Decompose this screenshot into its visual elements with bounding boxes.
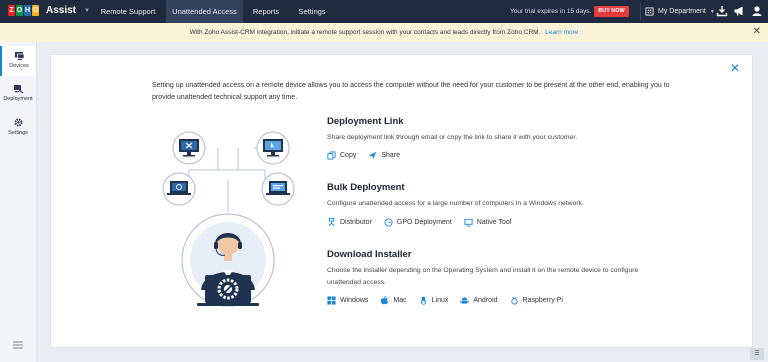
banner-text: With Zoho Assist-CRM integration, initia…: [189, 29, 541, 36]
gpo-icon: [384, 218, 393, 227]
sidebar-item-label: Devices: [9, 63, 29, 69]
logo-letter: Z: [8, 5, 15, 16]
gear-icon: [13, 118, 23, 127]
action-label: GPO Deployment: [396, 219, 452, 226]
action-label: Mac: [393, 297, 407, 304]
sidebar-item-deployment[interactable]: Deployment: [0, 79, 36, 109]
raspberry-pi-button[interactable]: Raspberry Pi: [510, 296, 563, 305]
banner-message: With Zoho Assist-CRM integration, initia…: [0, 23, 768, 42]
download-installer-actions: Windows Mac Linux Android Raspberry Pi: [327, 296, 563, 305]
sidebar-item-devices[interactable]: Devices: [0, 46, 36, 76]
close-icon[interactable]: ✕: [753, 27, 761, 37]
brand[interactable]: Z O H O Assist ▼: [8, 5, 90, 16]
devices-icon: [14, 52, 24, 60]
intro-text: Setting up unattended access on a remote…: [152, 82, 670, 101]
android-button[interactable]: Android: [460, 296, 498, 305]
apple-icon: [381, 296, 389, 305]
learn-more-link[interactable]: Learn more: [545, 29, 578, 36]
logo-letter: O: [32, 5, 39, 16]
top-nav-bar: Z O H O Assist ▼ Remote Support Unattend…: [0, 0, 768, 23]
native-tool-button[interactable]: Native Tool: [464, 218, 512, 227]
department-selector[interactable]: My Department ▼: [645, 0, 715, 23]
windows-icon: [327, 296, 336, 305]
crm-banner: With Zoho Assist-CRM integration, initia…: [0, 23, 768, 42]
action-label: Raspberry Pi: [522, 297, 563, 304]
download-installer-title: Download Installer: [327, 249, 412, 260]
linux-button[interactable]: Linux: [419, 296, 449, 305]
buy-now-button[interactable]: BUY NOW: [594, 6, 629, 17]
menu-icon[interactable]: [13, 341, 23, 349]
deployment-icon: [13, 85, 23, 94]
divider: [640, 3, 641, 20]
distributor-button[interactable]: Distributor: [327, 218, 372, 227]
action-label: Windows: [340, 297, 369, 304]
windows-button[interactable]: Windows: [327, 296, 368, 305]
action-label: Linux: [431, 297, 449, 304]
deployment-link-description: Share deployment link through email or c…: [327, 134, 578, 141]
deployment-link-actions: Copy Share: [327, 151, 400, 160]
tab-reports[interactable]: Reports: [243, 0, 289, 23]
app-name: Assist: [46, 5, 77, 16]
sidebar-item-label: Deployment: [3, 96, 33, 102]
logo-letter: H: [24, 5, 31, 16]
action-label: Android: [473, 297, 498, 304]
bulk-deployment-actions: Distributor GPO Deployment Native Tool: [327, 218, 511, 227]
bulk-deployment-description: Configure unattended access for a large …: [327, 200, 584, 207]
native-tool-icon: [464, 218, 473, 227]
action-label: Share: [381, 152, 401, 159]
gpo-deployment-button[interactable]: GPO Deployment: [384, 218, 452, 227]
distributor-icon: [328, 218, 335, 226]
zoho-logo: Z O H O: [8, 5, 39, 16]
copy-button[interactable]: Copy: [327, 151, 356, 160]
user-icon[interactable]: [751, 5, 763, 17]
deployment-link-title: Deployment Link: [327, 116, 404, 127]
mac-button[interactable]: Mac: [380, 296, 407, 305]
technician-illustration: [162, 131, 295, 307]
send-icon: [369, 151, 377, 160]
download-installer-description: Choose the installer depending on the Op…: [327, 267, 639, 286]
share-button[interactable]: Share: [368, 151, 400, 160]
chevron-down-icon: ▼: [709, 8, 715, 15]
linux-icon: [420, 296, 426, 305]
department-name: My Department: [658, 8, 706, 15]
action-label: Copy: [340, 152, 357, 159]
action-label: Native Tool: [476, 219, 512, 226]
action-label: Distributor: [340, 219, 372, 226]
copy-icon: [327, 151, 336, 160]
download-icon[interactable]: [716, 5, 728, 17]
trial-text: Your trial expires in 15 days.: [510, 8, 592, 15]
android-icon: [460, 297, 469, 304]
tab-settings[interactable]: Settings: [289, 0, 335, 23]
unattended-access-card: ✕ Setting up unattended access on a remo…: [50, 54, 753, 348]
sidebar-item-settings[interactable]: Settings: [0, 112, 36, 142]
sidebar-item-label: Settings: [8, 130, 28, 136]
building-icon: [645, 7, 654, 16]
tab-remote-support[interactable]: Remote Support: [90, 0, 166, 23]
bulk-deployment-title: Bulk Deployment: [327, 182, 405, 193]
left-sidebar: Devices Deployment Settings: [0, 42, 37, 362]
logo-letter: O: [16, 5, 23, 16]
chat-widget-icon[interactable]: ☰: [750, 348, 764, 360]
tab-unattended-access[interactable]: Unattended Access: [166, 0, 243, 23]
megaphone-icon[interactable]: [733, 5, 745, 17]
close-icon[interactable]: ✕: [730, 62, 740, 74]
raspberry-pi-icon: [510, 296, 518, 305]
